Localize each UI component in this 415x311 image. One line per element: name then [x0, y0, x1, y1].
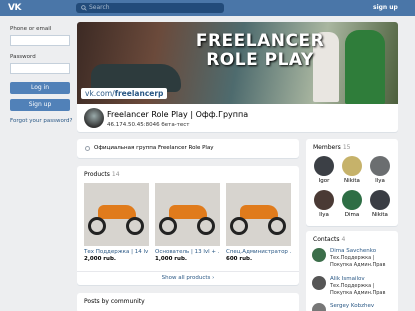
members-block: Members 15 Igor Nikita Ilya Ilya Dima Nik…: [306, 139, 398, 226]
posts-title[interactable]: Posts by community: [84, 298, 145, 305]
contact-role: Тех.Поддержка | Покупка Админ.Прав: [330, 255, 398, 268]
cover-url-prefix: vk.com/: [85, 89, 115, 98]
signup-button[interactable]: Sign up: [10, 99, 70, 111]
password-field[interactable]: [10, 63, 70, 74]
login-button[interactable]: Log in: [10, 82, 70, 94]
member-item[interactable]: Dima: [339, 190, 365, 218]
contact-name[interactable]: Alik Ismailov: [330, 276, 365, 282]
contact-role-line: Покупка Админ.Прав: [330, 289, 386, 296]
products-block: Products 14 Тех Поддержка | 14 lv 2,000 r…: [77, 166, 299, 285]
cover-title: FREELANCER ROLE PLAY: [185, 32, 335, 70]
product-name[interactable]: Основатель | 13 lvl + ...: [155, 249, 220, 255]
search-icon: [81, 4, 87, 11]
product-image[interactable]: [84, 183, 149, 246]
member-item[interactable]: Nikita: [339, 156, 365, 184]
group-name: Freelancer Role Play | Офф.Группа: [107, 110, 249, 119]
cover-title-line1: FREELANCER: [195, 31, 325, 51]
products-title[interactable]: Products 14: [84, 171, 120, 178]
login-sidebar: Phone or email Password Log in Sign up F…: [10, 26, 72, 124]
group-description: Официальная группа Freelancer Role Play: [94, 144, 214, 151]
avatar[interactable]: [342, 156, 362, 176]
members-title[interactable]: Members 15: [313, 144, 350, 151]
search-placeholder: Search: [89, 4, 110, 11]
group-status: 46.174.50.45:8046 бета-тест: [107, 122, 190, 128]
posts-block: Posts by community: [77, 293, 299, 311]
member-name[interactable]: Ilya: [311, 212, 337, 218]
members-count: 15: [342, 144, 351, 151]
member-name[interactable]: Igor: [311, 178, 337, 184]
member-name[interactable]: Nikita: [339, 178, 365, 184]
member-item[interactable]: Nikita: [367, 190, 393, 218]
product-image[interactable]: [155, 183, 220, 246]
member-name[interactable]: Nikita: [367, 212, 393, 218]
show-all-label[interactable]: Show all products: [162, 275, 211, 281]
member-name[interactable]: Ilya: [367, 178, 393, 184]
avatar[interactable]: [312, 276, 326, 290]
forgot-password-link[interactable]: Forgot your password?: [10, 118, 72, 124]
contact-role-line: Покупка Админ.Прав: [330, 261, 386, 268]
phone-label: Phone or email: [10, 26, 52, 32]
group-info: Официальная группа Freelancer Role Play: [77, 139, 299, 158]
avatar[interactable]: [312, 303, 326, 311]
cover-url: vk.com/freelancerp: [81, 88, 168, 99]
show-all-products-link[interactable]: Show all products ›: [77, 271, 299, 281]
product-price: 1,000 rub.: [155, 256, 187, 262]
product-item[interactable]: Основатель | 13 lvl + ... 1,000 rub.: [155, 183, 220, 262]
vk-logo[interactable]: VK: [8, 3, 21, 13]
member-item[interactable]: Ilya: [311, 190, 337, 218]
avatar[interactable]: [312, 248, 326, 262]
contacts-title-label: Contacts: [313, 236, 340, 243]
group-cover: FREELANCER ROLE PLAY vk.com/freelancerp: [77, 22, 398, 104]
products-count: 14: [111, 171, 120, 178]
avatar[interactable]: [370, 156, 390, 176]
info-icon: [85, 146, 90, 151]
avatar[interactable]: [314, 190, 334, 210]
products-title-label: Products: [84, 171, 110, 178]
product-price: 600 rub.: [226, 256, 253, 262]
product-item[interactable]: Спец.Администратор ... 600 rub.: [226, 183, 291, 262]
avatar[interactable]: [314, 156, 334, 176]
member-item[interactable]: Ilya: [367, 156, 393, 184]
contact-name[interactable]: Sergey Kobzhev: [330, 303, 374, 309]
phone-field[interactable]: [10, 35, 70, 46]
cover-figure-art: [345, 30, 385, 104]
product-name[interactable]: Спец.Администратор ...: [226, 249, 291, 255]
product-image[interactable]: [226, 183, 291, 246]
contacts-title[interactable]: Contacts 4: [313, 236, 345, 243]
member-name[interactable]: Dima: [339, 212, 365, 218]
avatar[interactable]: [370, 190, 390, 210]
contact-name[interactable]: Dima Savchenko: [330, 248, 376, 254]
signup-link[interactable]: sign up: [373, 4, 398, 11]
product-item[interactable]: Тех Поддержка | 14 lv 2,000 rub.: [84, 183, 149, 262]
product-name[interactable]: Тех Поддержка | 14 lv: [84, 249, 149, 255]
cover-title-line2: ROLE PLAY: [206, 50, 314, 70]
password-label: Password: [10, 54, 36, 60]
contacts-count: 4: [341, 236, 346, 243]
top-bar: VK Search sign up: [0, 0, 415, 16]
chevron-right-icon: ›: [212, 275, 215, 281]
contacts-block: Contacts 4 Dima Savchenko Тех.Поддержка |…: [306, 231, 398, 311]
cover-url-name: freelancerp: [114, 89, 164, 98]
group-header: Freelancer Role Play | Офф.Группа 46.174…: [77, 104, 398, 132]
product-price: 2,000 rub.: [84, 256, 116, 262]
contact-role: Тех.Поддержка | Покупка Админ.Прав: [330, 283, 398, 296]
members-title-label: Members: [313, 144, 341, 151]
search-input[interactable]: Search: [76, 3, 224, 13]
group-avatar[interactable]: [84, 108, 104, 128]
member-item[interactable]: Igor: [311, 156, 337, 184]
avatar[interactable]: [342, 190, 362, 210]
